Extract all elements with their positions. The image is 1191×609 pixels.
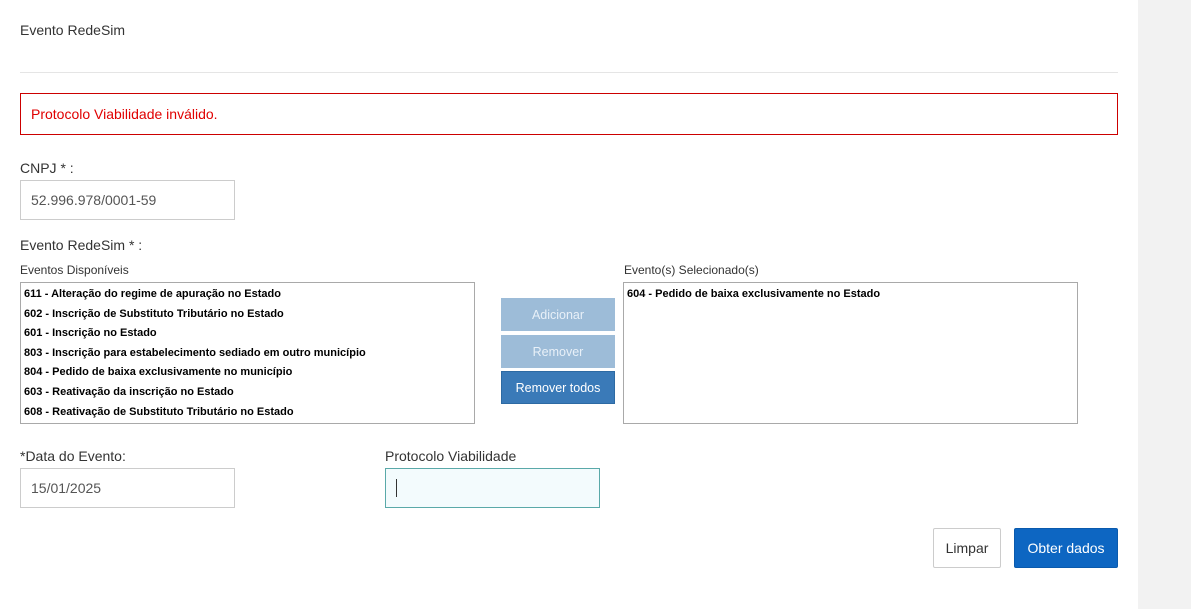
right-gutter xyxy=(1138,0,1191,609)
event-date-input[interactable] xyxy=(20,468,235,508)
list-item[interactable]: 603 - Reativação da inscrição no Estado xyxy=(24,383,471,403)
available-events-label: Eventos Disponíveis xyxy=(20,263,129,277)
cnpj-input[interactable] xyxy=(20,180,235,220)
list-item[interactable]: 601 - Inscrição no Estado xyxy=(24,324,471,344)
get-data-button[interactable]: Obter dados xyxy=(1014,528,1118,568)
title-divider xyxy=(20,72,1118,73)
protocol-input[interactable] xyxy=(385,468,600,508)
error-alert: Protocolo Viabilidade inválido. xyxy=(20,93,1118,135)
clear-button[interactable]: Limpar xyxy=(933,528,1001,568)
event-date-label: *Data do Evento: xyxy=(20,448,126,464)
selected-events-label: Evento(s) Selecionado(s) xyxy=(624,263,759,277)
list-item[interactable]: 611 - Alteração do regime de apuração no… xyxy=(24,285,471,305)
remove-all-events-button[interactable]: Remover todos xyxy=(501,371,615,404)
available-events-listbox[interactable]: 611 - Alteração do regime de apuração no… xyxy=(20,282,475,424)
text-caret xyxy=(396,479,397,497)
list-item[interactable]: 604 - Pedido de baixa exclusivamente no … xyxy=(627,285,1074,305)
remove-event-button[interactable]: Remover xyxy=(501,335,615,368)
list-item[interactable]: 803 - Inscrição para estabelecimento sed… xyxy=(24,344,471,364)
add-event-button[interactable]: Adicionar xyxy=(501,298,615,331)
selected-events-listbox[interactable]: 604 - Pedido de baixa exclusivamente no … xyxy=(623,282,1078,424)
page-title: Evento RedeSim xyxy=(20,22,126,38)
cnpj-label: CNPJ * : xyxy=(20,160,74,176)
evento-label: Evento RedeSim * : xyxy=(20,237,143,253)
protocol-label: Protocolo Viabilidade xyxy=(385,448,517,464)
error-alert-message: Protocolo Viabilidade inválido. xyxy=(31,106,218,122)
list-item[interactable]: 804 - Pedido de baixa exclusivamente no … xyxy=(24,363,471,383)
list-item[interactable]: 602 - Inscrição de Substituto Tributário… xyxy=(24,305,471,325)
list-item[interactable]: 608 - Reativação de Substituto Tributári… xyxy=(24,403,471,423)
